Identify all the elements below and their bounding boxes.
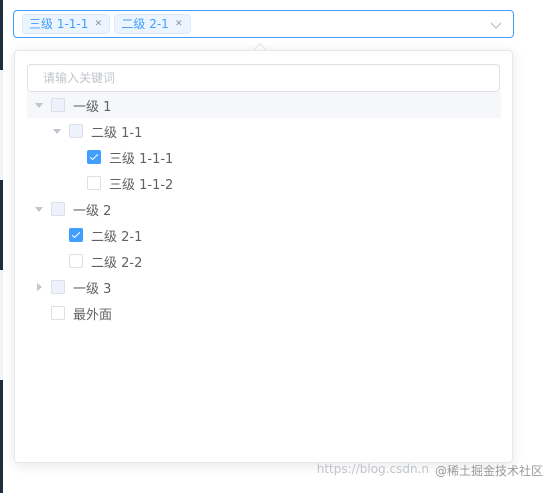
watermark: https://blog.csdn.n @稀土掘金技术社区 — [317, 462, 543, 479]
tree-node-checkbox — [51, 98, 65, 112]
tree-node-checkbox — [51, 202, 65, 216]
filter-input[interactable] — [28, 65, 499, 91]
tree-node-label: 二级 2-2 — [91, 255, 143, 271]
page-edge — [0, 0, 3, 493]
page-edge-dark-segment — [0, 180, 3, 270]
selected-tag-label: 三级 1-1-1 — [29, 17, 89, 31]
tree-node[interactable]: 最外面 — [27, 300, 501, 326]
tree-node-checkbox — [51, 280, 65, 294]
tree-node[interactable]: 二级 1-1 — [27, 118, 501, 144]
filter-field[interactable] — [27, 64, 500, 92]
tree-node-label: 二级 2-1 — [91, 229, 143, 245]
tree-node-checkbox[interactable] — [51, 306, 65, 320]
close-icon[interactable]: ✕ — [93, 19, 103, 29]
tree-node-checkbox[interactable] — [69, 254, 83, 268]
caret-down-icon[interactable] — [33, 203, 45, 215]
watermark-url: https://blog.csdn.n — [316, 462, 429, 476]
tree-node[interactable]: 一级 3 — [27, 274, 501, 300]
tree-node-checkbox[interactable] — [87, 176, 101, 190]
selected-tag: 三级 1-1-1 ✕ — [22, 14, 111, 34]
tree: 一级 1 二级 1-1 三级 1-1-1 三级 1-1-2 一级 2 二级 2-1 二级 2… — [27, 92, 501, 326]
tree-node[interactable]: 三级 1-1-2 — [27, 170, 501, 196]
page-edge-dark-segment — [0, 380, 3, 493]
selected-tag: 二级 2-1 ✕ — [114, 14, 191, 34]
tree-node-label: 三级 1-1-1 — [109, 151, 174, 167]
tree-select-dropdown: 一级 1 二级 1-1 三级 1-1-1 三级 1-1-2 一级 2 二级 2-1 二级 2… — [14, 50, 513, 463]
tree-node-label: 最外面 — [73, 307, 113, 323]
tree-node[interactable]: 二级 2-2 — [27, 248, 501, 274]
caret-down-icon[interactable] — [33, 99, 45, 111]
tree-select-input[interactable]: 三级 1-1-1 ✕ 二级 2-1 ✕ — [13, 10, 514, 38]
tree-node[interactable]: 三级 1-1-1 — [27, 144, 501, 170]
watermark-credit: @稀土掘金技术社区 — [434, 464, 543, 478]
tree-node-label: 二级 1-1 — [91, 125, 143, 141]
caret-down-icon[interactable] — [51, 125, 63, 137]
tree-node-checkbox[interactable] — [87, 150, 101, 164]
tree-node[interactable]: 一级 1 — [27, 92, 501, 118]
tree-node-label: 三级 1-1-2 — [109, 177, 174, 193]
tree-node-checkbox[interactable] — [69, 228, 83, 242]
tree-node-label: 一级 2 — [73, 203, 112, 219]
selected-tags: 三级 1-1-1 ✕ 二级 2-1 ✕ — [22, 14, 191, 34]
tree-node[interactable]: 一级 2 — [27, 196, 501, 222]
page-edge-dark-segment — [0, 0, 3, 70]
tree-node[interactable]: 二级 2-1 — [27, 222, 501, 248]
tree-node-checkbox — [69, 124, 83, 138]
chevron-down-icon[interactable] — [489, 17, 503, 31]
close-icon[interactable]: ✕ — [174, 19, 184, 29]
tree-node-label: 一级 1 — [73, 99, 112, 115]
caret-right-icon[interactable] — [33, 281, 45, 293]
tree-node-label: 一级 3 — [73, 281, 112, 297]
selected-tag-label: 二级 2-1 — [121, 17, 169, 31]
